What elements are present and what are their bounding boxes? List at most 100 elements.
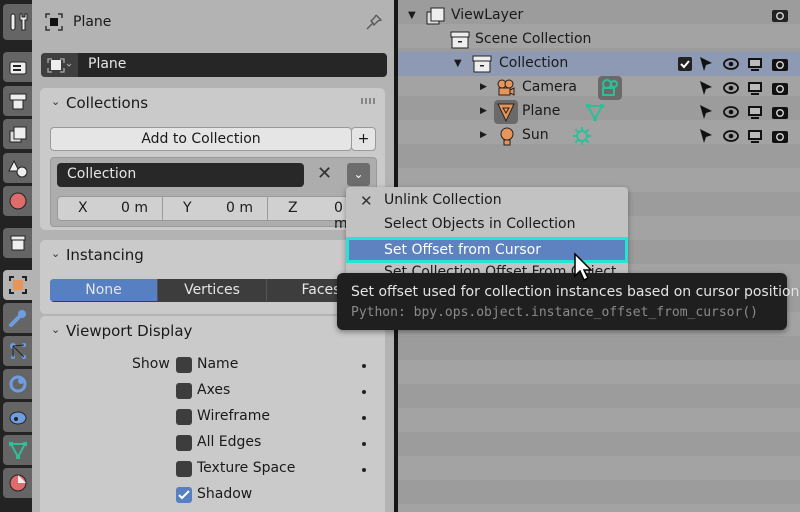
remove-from-collection-icon[interactable]: ✕: [317, 163, 332, 184]
view-layer-icon: [426, 7, 445, 25]
checkbox-label[interactable]: Wireframe: [197, 408, 270, 424]
instancing-option-none[interactable]: None: [50, 279, 157, 301]
checkbox-axes[interactable]: [176, 383, 192, 399]
properties-tab-strip: [0, 0, 32, 512]
checkbox-label[interactable]: Axes: [197, 382, 230, 398]
eye-icon[interactable]: [722, 79, 740, 97]
object-type-dropdown[interactable]: [41, 53, 78, 77]
tab-scene[interactable]: [3, 153, 32, 183]
checkbox-all-edges[interactable]: [176, 435, 192, 451]
collection-name-field[interactable]: Collection: [57, 163, 304, 187]
offset-x-value: 0 m: [121, 200, 148, 216]
tab-output[interactable]: [3, 86, 32, 116]
tab-material[interactable]: [3, 468, 32, 498]
select-arrow-icon[interactable]: [697, 79, 715, 97]
select-arrow-icon[interactable]: [697, 103, 715, 121]
panel-title: Collections: [66, 94, 149, 112]
tab-particles[interactable]: [3, 336, 32, 366]
camera-data-icon[interactable]: [598, 76, 622, 100]
tooltip-python: Python: bpy.ops.object.instance_offset_f…: [351, 305, 758, 320]
light-data-icon[interactable]: [572, 126, 592, 146]
object-icon: [8, 276, 27, 294]
instancing-option-vertices[interactable]: Vertices: [157, 279, 266, 301]
tab-data[interactable]: [3, 435, 32, 465]
wrench-icon: [8, 310, 26, 327]
outliner-row-scene-collection[interactable]: Scene Collection: [398, 28, 800, 52]
show-label: Show: [132, 356, 170, 372]
render-camera-icon[interactable]: [771, 7, 789, 23]
render-camera-icon[interactable]: [771, 127, 789, 145]
mouse-cursor-icon: [574, 252, 593, 282]
collection-icon: [472, 55, 492, 73]
checkbox-label[interactable]: Shadow: [197, 486, 252, 502]
eye-icon[interactable]: [722, 103, 740, 121]
tab-object[interactable]: [3, 270, 32, 300]
collection-specials-dropdown[interactable]: ⌄: [347, 163, 370, 186]
tab-collection[interactable]: [3, 228, 32, 258]
viewport-monitor-icon[interactable]: [746, 103, 764, 121]
viewport-monitor-icon[interactable]: [746, 79, 764, 97]
context-title: Plane: [73, 14, 112, 30]
checkbox-label[interactable]: Name: [197, 356, 238, 372]
offset-z-field[interactable]: Z 0 m: [268, 197, 358, 232]
collection-icon: [10, 235, 25, 251]
expand-right-icon[interactable]: ▶: [480, 130, 487, 140]
constraints-icon: [9, 411, 26, 425]
animate-property-dot-icon[interactable]: [362, 442, 366, 446]
render-camera-icon[interactable]: [771, 55, 789, 73]
tab-constraints[interactable]: [3, 402, 32, 432]
tab-view-layer[interactable]: [3, 119, 32, 149]
object-name-field[interactable]: Plane: [41, 53, 387, 77]
render-camera-icon[interactable]: [771, 103, 789, 121]
checkbox-shadow[interactable]: [176, 487, 192, 503]
animate-property-dot-icon[interactable]: [362, 416, 366, 420]
animate-property-dot-icon[interactable]: [362, 390, 366, 394]
viewport-monitor-icon[interactable]: [746, 55, 764, 73]
checkbox-name[interactable]: [176, 357, 192, 373]
instancing-type-selector: None Vertices Faces: [50, 279, 385, 302]
tab-physics[interactable]: [3, 369, 32, 399]
eye-icon[interactable]: [722, 55, 740, 73]
material-icon: [9, 474, 26, 492]
select-arrow-icon[interactable]: [697, 127, 715, 145]
tab-render[interactable]: [3, 52, 32, 82]
checkbox-wireframe[interactable]: [176, 409, 192, 425]
expand-right-icon[interactable]: ▶: [480, 106, 487, 116]
animate-property-dot-icon[interactable]: [362, 364, 366, 368]
expand-down-icon[interactable]: ▼: [408, 10, 416, 21]
chevron-down-icon[interactable]: ⌄: [51, 95, 60, 108]
chevron-down-icon[interactable]: ⌄: [51, 323, 60, 336]
outliner-row-view-layer[interactable]: ▼ ViewLayer: [398, 4, 800, 28]
tab-modifiers[interactable]: [3, 303, 32, 333]
tab-tool[interactable]: [3, 4, 32, 40]
viewport-monitor-icon[interactable]: [746, 127, 764, 145]
menu-item-select-objects-in-collection[interactable]: Select Objects in Collection: [384, 216, 575, 232]
object-icon: [47, 58, 72, 73]
eye-icon[interactable]: [722, 127, 740, 145]
expand-right-icon[interactable]: ▶: [480, 82, 487, 92]
add-to-collection-button[interactable]: Add to Collection: [50, 127, 352, 151]
checkmark-icon: [178, 490, 190, 500]
mesh-data-icon[interactable]: [585, 102, 605, 122]
menu-item-unlink-collection[interactable]: Unlink Collection: [384, 192, 502, 208]
chevron-down-icon[interactable]: ⌄: [51, 247, 60, 260]
outliner-label: ViewLayer: [451, 7, 524, 23]
animate-property-dot-icon[interactable]: [362, 468, 366, 472]
checkbox-label[interactable]: All Edges: [197, 434, 261, 450]
instance-offset-field[interactable]: X 0 m Y 0 m Z 0 m: [57, 196, 359, 232]
drag-handle-icon[interactable]: [361, 98, 377, 104]
tab-world[interactable]: [3, 186, 32, 216]
expand-down-icon[interactable]: ▼: [454, 58, 462, 69]
offset-y-field[interactable]: Y 0 m: [163, 197, 268, 220]
offset-x-field[interactable]: X 0 m: [58, 197, 163, 220]
add-collection-plus-button[interactable]: +: [351, 127, 376, 151]
render-camera-icon[interactable]: [771, 79, 789, 97]
exclude-checkbox-icon[interactable]: [678, 57, 692, 71]
mesh-object-icon: [494, 100, 518, 124]
instancing-panel: ⌄ Instancing None Vertices Faces: [40, 240, 385, 314]
pin-icon[interactable]: [364, 12, 384, 32]
checkbox-label[interactable]: Texture Space: [197, 460, 295, 476]
select-arrow-icon[interactable]: [697, 55, 715, 73]
checkbox-texture-space[interactable]: [176, 461, 192, 477]
outliner-label: Scene Collection: [475, 31, 592, 47]
